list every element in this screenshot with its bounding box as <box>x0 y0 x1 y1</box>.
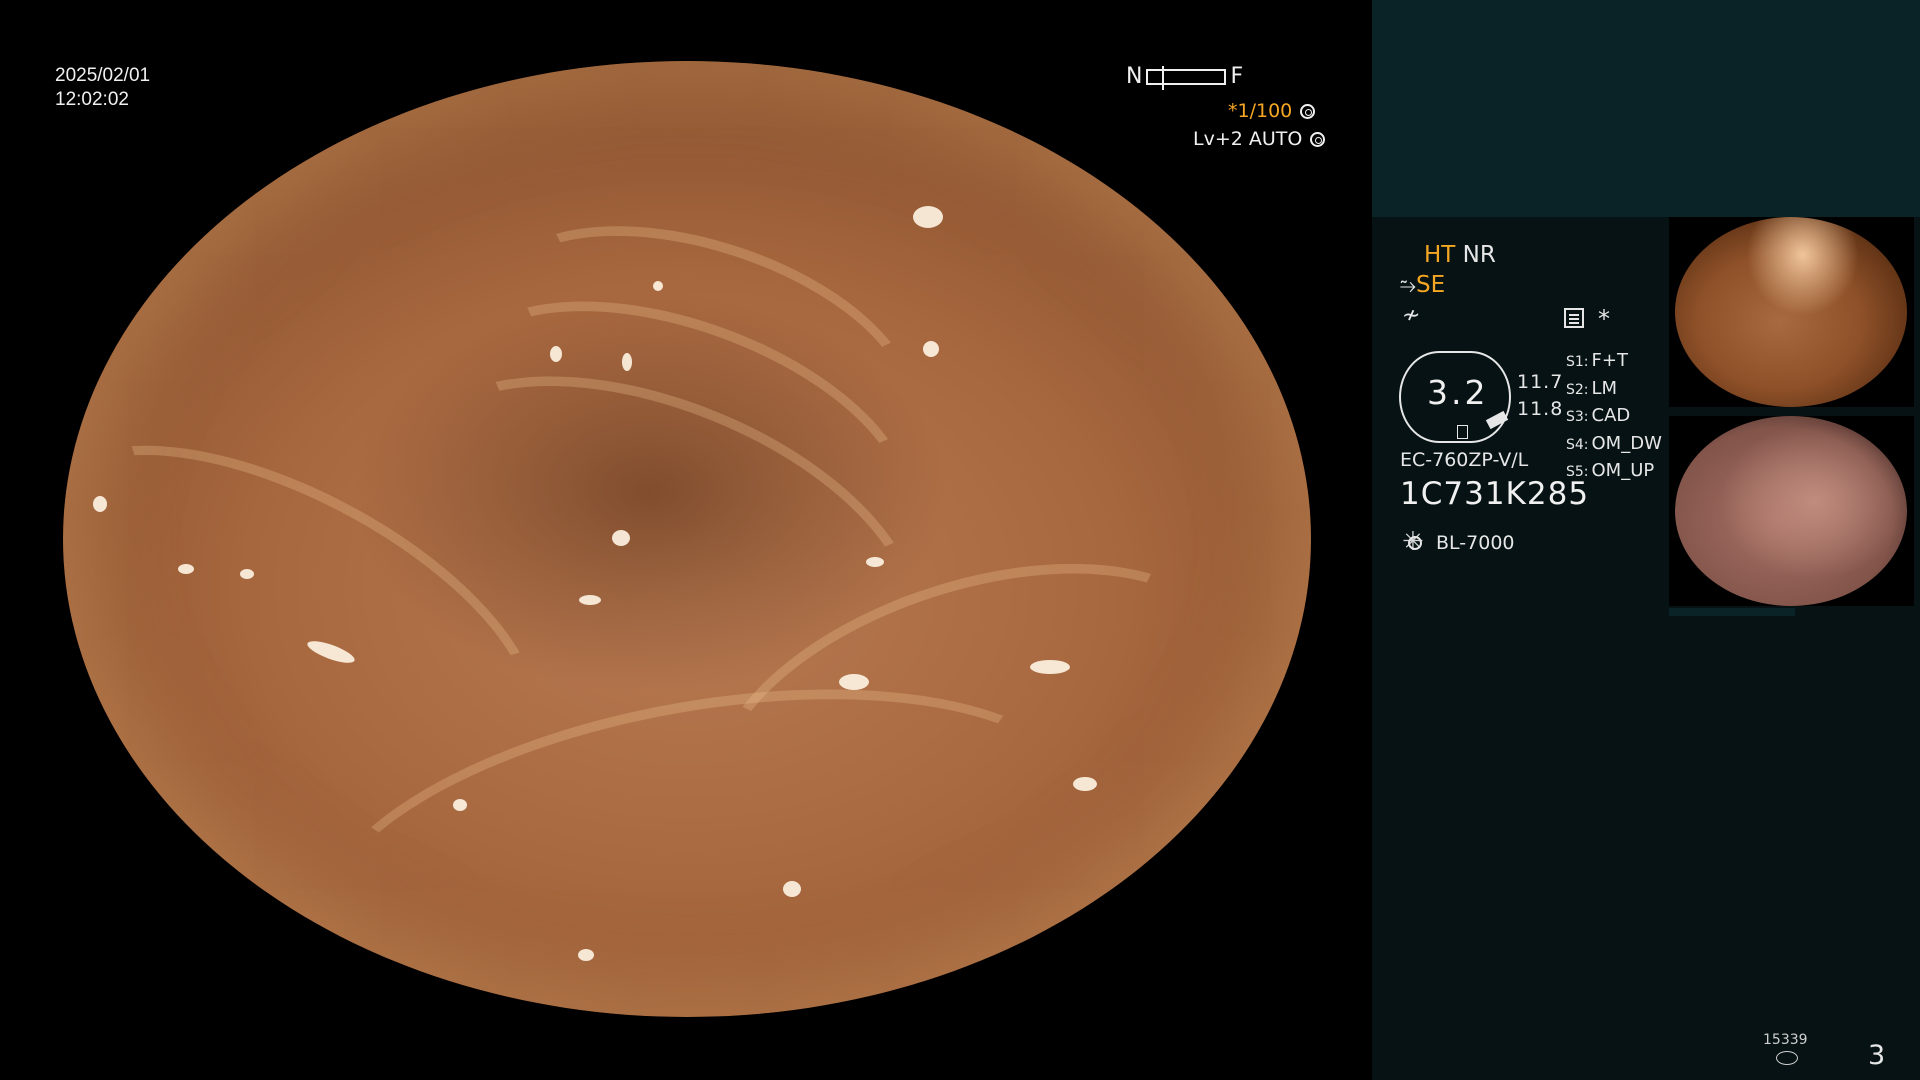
zoom-indicator: N F <box>1126 64 1244 90</box>
switch-key: S4: <box>1566 436 1589 453</box>
captured-thumbnail[interactable] <box>1669 217 1914 407</box>
auto-circle-icon <box>1310 132 1326 147</box>
switch-label: F+T <box>1591 350 1628 371</box>
thumbnail-image <box>1675 416 1907 606</box>
ht-label: HT <box>1424 242 1456 268</box>
thumbnail-strip <box>1669 608 1795 616</box>
scope-square-icon <box>1457 425 1468 439</box>
value-a: 11.7 <box>1517 371 1564 393</box>
light-reflection <box>350 73 366 83</box>
page-number: 3 <box>1868 1040 1886 1071</box>
switch-list: S1: F+T S2: LM S3: CAD S4: OM_DW S5: OM_UP <box>1566 348 1662 486</box>
se-status: ⥲SE <box>1400 272 1445 298</box>
scope-mask <box>0 1017 1372 1080</box>
brightness-level: Lv+2 AUTO <box>1193 128 1326 150</box>
value-b: 11.8 <box>1517 398 1564 420</box>
level-text: Lv+2 AUTO <box>1193 128 1303 150</box>
switch-item: S4: OM_DW <box>1566 431 1662 459</box>
panel-header <box>1372 0 1920 217</box>
shutter-text: *1/100 <box>1228 100 1293 122</box>
light-reflection <box>93 496 107 512</box>
scope-mask <box>0 0 1372 61</box>
ht-nr-status: HT NR <box>1424 242 1496 268</box>
light-source: BL-7000 <box>1402 527 1515 557</box>
switch-key: S5: <box>1566 464 1589 480</box>
enhancement-icon: ⥲ <box>1400 273 1416 297</box>
light-reflection <box>653 281 663 291</box>
scope-badge: 3.2 <box>1399 351 1511 443</box>
asterisk-icon: * <box>1598 305 1610 333</box>
document-icon <box>1564 308 1584 328</box>
shutter-speed: *1/100 <box>1228 100 1316 122</box>
light-source-label: BL-7000 <box>1436 532 1515 554</box>
freeze-icon: ≁ <box>1402 303 1421 328</box>
datetime: 2025/02/01 12:02:02 <box>55 64 150 112</box>
light-reflection <box>578 949 594 961</box>
switch-label: CAD <box>1591 405 1631 426</box>
zoom-far-label: F <box>1230 64 1244 89</box>
sun-icon <box>1402 527 1428 557</box>
light-reflection <box>550 346 562 362</box>
light-reflection <box>178 564 194 574</box>
light-reflection <box>839 674 869 690</box>
scope-serial: 1C731K285 <box>1400 476 1590 512</box>
switch-item: S2: LM <box>1566 376 1662 404</box>
thumbnail-image <box>1675 217 1907 407</box>
scope-value: 3.2 <box>1427 373 1489 412</box>
switch-item: S3: CAD <box>1566 403 1662 431</box>
light-reflection <box>1030 660 1070 674</box>
scope-model: EC-760ZP-V/L <box>1400 449 1529 471</box>
light-reflection <box>240 569 254 579</box>
switch-item: S1: F+T <box>1566 348 1662 376</box>
light-reflection <box>453 799 467 811</box>
light-reflection <box>1073 777 1097 791</box>
light-reflection <box>866 557 884 567</box>
light-reflection <box>612 530 630 546</box>
light-reflection <box>913 206 943 228</box>
switch-label: LM <box>1591 377 1618 399</box>
zoom-bar <box>1146 65 1227 90</box>
settings-wheel-icon <box>1300 104 1316 119</box>
light-reflection <box>579 595 601 605</box>
captured-thumbnail[interactable] <box>1669 416 1914 606</box>
light-reflection <box>783 881 801 897</box>
switch-key: S3: <box>1566 409 1589 425</box>
zoom-position-marker <box>1162 65 1165 90</box>
switch-key: S1: <box>1566 354 1589 370</box>
se-label: SE <box>1416 272 1446 298</box>
switch-label: OM_DW <box>1591 432 1662 454</box>
light-reflection <box>622 353 632 371</box>
date-text: 2025/02/01 <box>55 65 151 86</box>
switch-key: S2: <box>1566 381 1589 398</box>
nr-label: NR <box>1462 242 1496 268</box>
light-reflection <box>923 341 939 357</box>
switch-item: S5: OM_UP <box>1566 458 1662 486</box>
frame-count: 15339 <box>1763 1032 1808 1048</box>
zoom-near-label: N <box>1126 64 1143 89</box>
endoscope-view <box>63 61 1311 1017</box>
switch-label: OM_UP <box>1591 460 1655 481</box>
time-text: 12:02:02 <box>55 89 129 110</box>
disk-icon <box>1776 1051 1798 1065</box>
